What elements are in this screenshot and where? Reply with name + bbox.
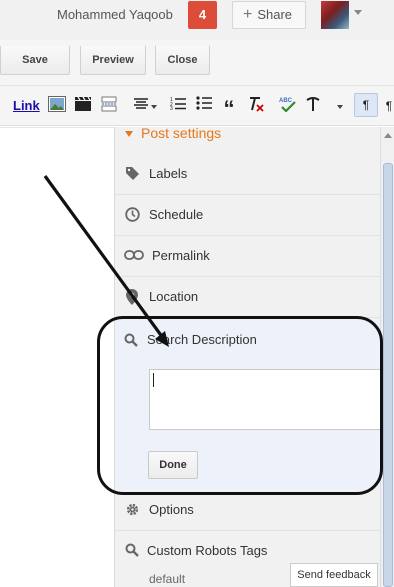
chevron-down-icon[interactable] bbox=[354, 10, 362, 15]
video-icon[interactable] bbox=[73, 96, 93, 116]
sidebar-item-labels[interactable]: Labels bbox=[115, 154, 381, 195]
scroll-up-icon[interactable] bbox=[384, 133, 392, 138]
bullet-list-icon[interactable] bbox=[194, 96, 214, 116]
close-button[interactable]: Close bbox=[155, 46, 210, 75]
share-label: Share bbox=[257, 7, 293, 22]
scrollbar-thumb[interactable] bbox=[383, 163, 393, 587]
labels-label: Labels bbox=[149, 166, 188, 181]
post-settings-title: Post settings bbox=[141, 125, 222, 141]
ltr-icon: ¶ bbox=[362, 98, 370, 112]
link-button[interactable]: Link bbox=[13, 96, 40, 116]
custom-robots-label: Custom Robots Tags bbox=[147, 543, 268, 558]
chain-icon bbox=[124, 248, 144, 264]
svg-text:3: 3 bbox=[170, 106, 173, 110]
user-name[interactable]: Mohammed Yaqoob bbox=[57, 7, 173, 22]
numbered-list-icon[interactable]: 123 bbox=[168, 96, 188, 116]
share-button[interactable]: + Share bbox=[232, 1, 306, 29]
input-tools-icon[interactable] bbox=[303, 96, 323, 116]
preview-button[interactable]: Preview bbox=[80, 46, 146, 75]
quote-icon[interactable]: “ bbox=[219, 96, 239, 121]
rtl-icon: ¶ bbox=[385, 99, 393, 113]
expand-triangle-icon bbox=[125, 131, 133, 138]
post-settings-header[interactable]: Post settings bbox=[125, 125, 221, 141]
gear-icon bbox=[124, 502, 140, 518]
account-bar: Mohammed Yaqoob 4 + Share bbox=[0, 0, 394, 40]
post-actions-bar: Save Preview Close bbox=[0, 40, 394, 86]
tag-icon bbox=[124, 166, 140, 182]
permalink-label: Permalink bbox=[152, 248, 210, 263]
sidebar-item-location[interactable]: Location bbox=[115, 277, 381, 318]
sidebar-item-options[interactable]: Options bbox=[115, 490, 381, 531]
ltr-button[interactable]: ¶ bbox=[354, 93, 378, 117]
send-feedback-button[interactable]: Send feedback bbox=[290, 563, 378, 587]
more-dropdown[interactable] bbox=[332, 96, 344, 116]
pin-icon bbox=[124, 289, 140, 305]
custom-robots-value: default bbox=[149, 572, 186, 586]
avatar[interactable] bbox=[321, 1, 349, 29]
annotation-highlight-box bbox=[97, 316, 383, 495]
plus-icon: + bbox=[243, 6, 253, 23]
sidebar-item-schedule[interactable]: Schedule bbox=[115, 195, 381, 236]
image-icon[interactable] bbox=[47, 96, 67, 116]
align-icon[interactable] bbox=[131, 96, 159, 116]
format-toolbar: Link 123 “ ABC ¶ ¶ bbox=[0, 86, 394, 126]
clock-icon bbox=[124, 207, 140, 223]
location-label: Location bbox=[149, 289, 199, 304]
jump-break-icon[interactable] bbox=[99, 96, 119, 116]
options-label: Options bbox=[149, 502, 194, 517]
sidebar-item-permalink[interactable]: Permalink bbox=[115, 236, 381, 277]
notification-badge[interactable]: 4 bbox=[188, 1, 217, 29]
schedule-label: Schedule bbox=[149, 207, 204, 222]
rtl-button[interactable]: ¶ bbox=[383, 96, 394, 116]
svg-text:ABC: ABC bbox=[279, 98, 293, 104]
save-button[interactable]: Save bbox=[0, 46, 70, 75]
chevron-down-icon bbox=[150, 104, 157, 109]
clear-format-icon[interactable] bbox=[246, 96, 266, 116]
chevron-down-icon bbox=[336, 104, 343, 109]
spellcheck-icon[interactable]: ABC bbox=[279, 96, 297, 116]
magnifier-icon bbox=[124, 543, 140, 559]
